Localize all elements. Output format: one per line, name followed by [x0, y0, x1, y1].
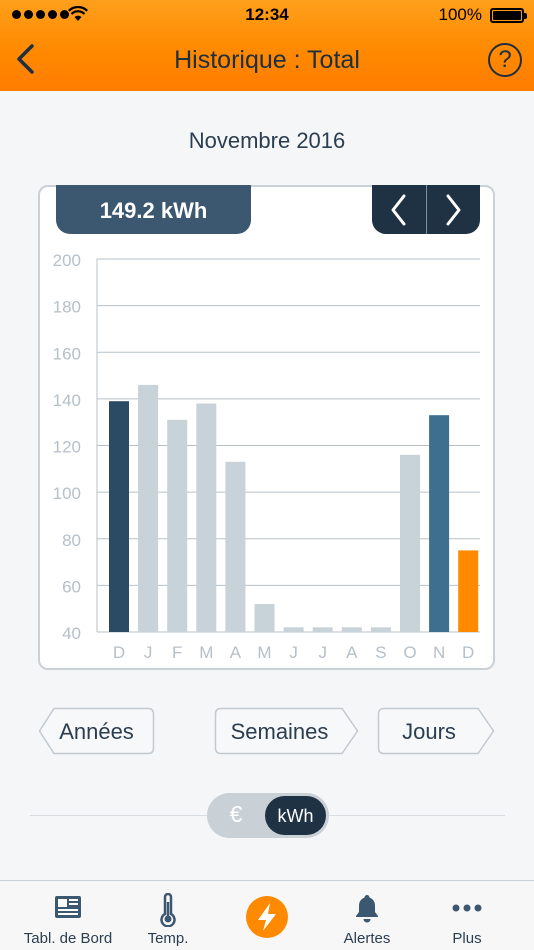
x-tick-label: D [113, 643, 125, 662]
x-tick-label: S [375, 643, 386, 662]
tab-more[interactable]: Plus [412, 881, 522, 950]
divider-left [30, 815, 207, 816]
y-tick-label: 160 [53, 344, 81, 363]
tab-label: Temp. [147, 930, 189, 947]
bell-icon [312, 893, 422, 925]
bar [254, 604, 275, 632]
bar [167, 419, 188, 632]
weeks-button[interactable]: Semaines [214, 707, 359, 755]
bar [341, 627, 362, 632]
bar [225, 461, 246, 632]
tab-alerts[interactable]: Alertes [312, 881, 422, 950]
chevron-right-icon [446, 194, 461, 225]
x-tick-label: J [144, 643, 153, 662]
next-period-button[interactable] [427, 185, 481, 234]
years-button[interactable]: Années [38, 707, 155, 755]
x-tick-label: M [199, 643, 213, 662]
years-label: Années [59, 719, 134, 744]
tab-label: Alertes [343, 930, 391, 947]
bar [370, 627, 391, 632]
y-tick-label: 100 [53, 484, 81, 503]
tab-bar: Tabl. de Bord Temp. Alertes Plus [0, 880, 534, 950]
previous-period-button[interactable] [372, 185, 426, 234]
bar [196, 403, 217, 632]
x-tick-label: N [433, 643, 445, 662]
chevron-left-icon [391, 194, 406, 225]
x-tick-label: J [318, 643, 327, 662]
y-tick-label: 120 [53, 438, 81, 457]
bar [312, 627, 333, 632]
total-badge: 149.2 kWh [56, 185, 251, 234]
bar [109, 401, 129, 632]
y-tick-label: 180 [53, 298, 81, 317]
x-tick-label: A [346, 643, 358, 662]
weeks-label: Semaines [230, 719, 329, 744]
consumption-chart: 406080100120140160180200D J F M A M J J A S O N D [53, 251, 480, 662]
tab-consumption[interactable] [212, 881, 322, 950]
tab-dashboard[interactable]: Tabl. de Bord [13, 881, 123, 950]
lightning-icon [212, 895, 322, 938]
x-tick-label: A [230, 643, 242, 662]
dashboard-icon [13, 893, 123, 925]
bar [400, 454, 420, 632]
bar [429, 415, 450, 632]
y-tick-label: 40 [62, 624, 81, 643]
euro-option[interactable]: € [207, 801, 265, 828]
x-tick-label: D [462, 643, 474, 662]
period-navigation [372, 185, 480, 234]
unit-toggle[interactable]: € kWh [207, 793, 329, 838]
bar [283, 627, 304, 632]
y-tick-label: 80 [62, 531, 81, 550]
tab-label: Tabl. de Bord [23, 930, 113, 947]
thermometer-icon [113, 893, 223, 927]
tab-label: Plus [452, 930, 482, 947]
tab-temperature[interactable]: Temp. [113, 881, 223, 950]
x-tick-label: F [172, 643, 182, 662]
more-icon [412, 893, 522, 925]
y-tick-label: 200 [53, 251, 81, 270]
divider-right [329, 815, 505, 816]
bar [458, 550, 479, 632]
y-tick-label: 140 [53, 391, 81, 410]
x-tick-label: M [257, 643, 271, 662]
days-button[interactable]: Jours [377, 707, 495, 755]
kwh-option[interactable]: kWh [265, 796, 326, 835]
x-tick-label: O [403, 643, 416, 662]
y-tick-label: 60 [62, 577, 81, 596]
x-tick-label: J [289, 643, 298, 662]
bar [138, 384, 159, 632]
days-label: Jours [402, 719, 456, 744]
